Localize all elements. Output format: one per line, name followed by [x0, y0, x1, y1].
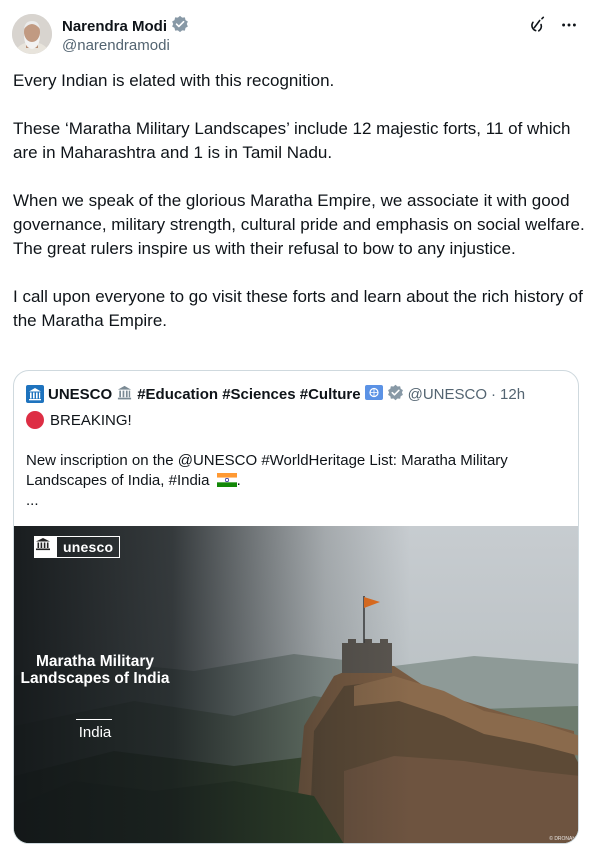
classical-building-icon: [116, 384, 133, 405]
unesco-logo-text: unesco: [63, 539, 114, 555]
media-country: India: [78, 724, 112, 741]
author-block: Narendra Modi @narendramodi: [62, 15, 189, 54]
quoted-tweet-header: UNESCO #Education #Sciences #Culture @UN…: [26, 383, 568, 405]
quoted-tweet[interactable]: UNESCO #Education #Sciences #Culture @UN…: [13, 370, 579, 844]
verified-badge-icon: [171, 15, 189, 38]
tweet-actions: [528, 16, 578, 34]
tweet-paragraph: These ‘Maratha Military Landscapes’ incl…: [13, 119, 571, 162]
india-flag-icon: [216, 473, 237, 493]
quoted-text-end: .: [236, 472, 241, 489]
breaking-label: BREAKING!: [50, 411, 132, 429]
photo-credit: © DRONAH: [549, 836, 576, 842]
tweet-paragraph: I call upon everyone to go visit these f…: [13, 287, 583, 330]
tweet-text: Every Indian is elated with this recogni…: [13, 69, 585, 333]
author-name[interactable]: Narendra Modi: [62, 18, 167, 35]
avatar[interactable]: [12, 14, 52, 54]
tweet-paragraph: Every Indian is elated with this recogni…: [13, 71, 335, 90]
author-handle[interactable]: @narendramodi: [62, 37, 189, 54]
quoted-author-handle[interactable]: @UNESCO: [408, 386, 487, 403]
quoted-author-name[interactable]: UNESCO: [48, 386, 112, 403]
unesco-avatar-icon[interactable]: [26, 385, 44, 403]
media-title: Maratha Military Landscapes of India: [20, 653, 170, 687]
unesco-logo: unesco: [34, 536, 121, 558]
tweet-paragraph: When we speak of the glorious Maratha Em…: [13, 191, 585, 258]
quoted-text: New inscription on the @UNESCO #WorldHer…: [26, 451, 566, 493]
unesco-temple-icon: [35, 537, 57, 557]
breaking-line: BREAKING!: [26, 411, 132, 429]
quoted-media-image[interactable]: unesco Maratha Military Landscapes of In…: [14, 526, 578, 843]
quoted-text-body: New inscription on the @UNESCO #WorldHer…: [26, 452, 508, 489]
media-divider: [76, 719, 112, 720]
verified-badge-icon: [387, 384, 404, 405]
quoted-author-tags: #Education #Sciences #Culture: [137, 385, 361, 403]
quoted-timestamp[interactable]: 12h: [500, 386, 525, 403]
more-icon[interactable]: [560, 16, 578, 34]
un-flag-badge-icon: [364, 384, 383, 404]
avatar-photo: [12, 14, 52, 54]
red-circle-icon: [26, 411, 44, 429]
quoted-text-ellipsis: ...: [26, 492, 39, 509]
separator-dot: ·: [491, 385, 497, 403]
tweet-header: Narendra Modi @narendramodi: [12, 12, 580, 56]
grok-icon[interactable]: [528, 16, 546, 34]
